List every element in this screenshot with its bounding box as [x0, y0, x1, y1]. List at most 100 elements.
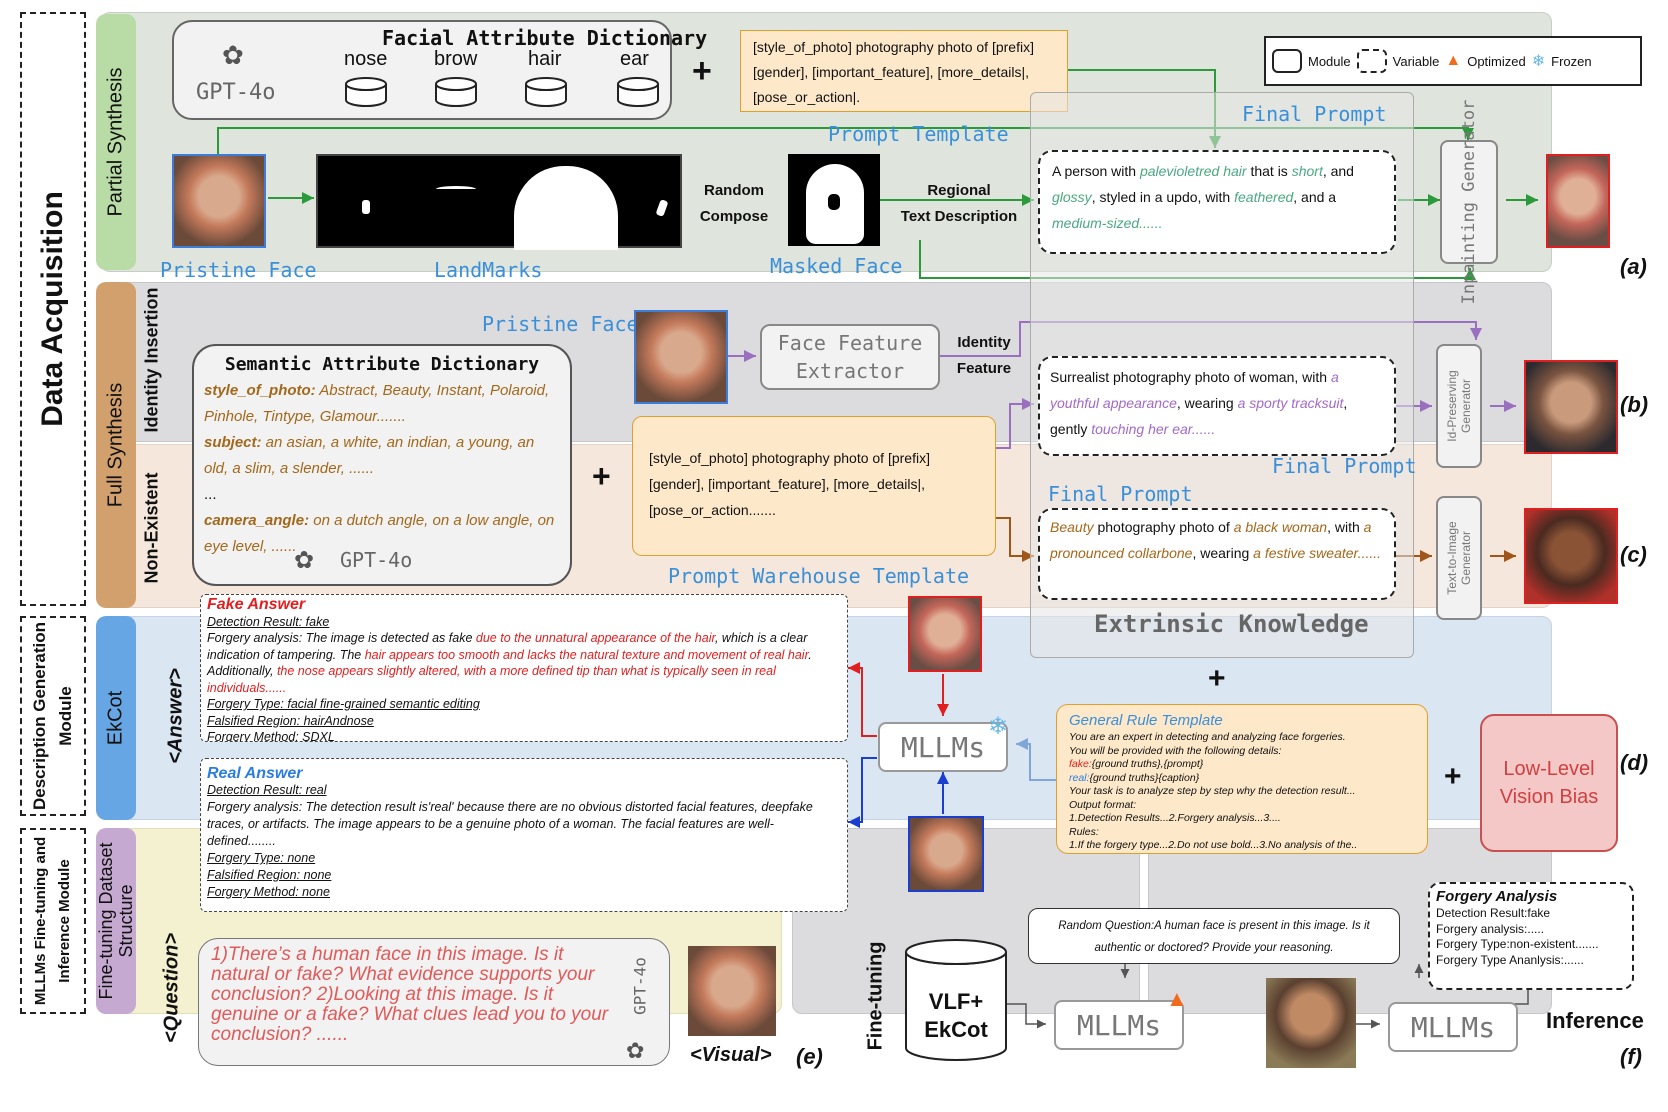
rule-line: 1.Detection Results...2.Forgery analysis… — [1069, 812, 1281, 824]
tag-a: (a) — [1620, 254, 1647, 279]
id-preserving-generator-label: Id-Preserving Generator — [1445, 370, 1473, 442]
openai-logo-icon: ✿ — [222, 40, 244, 70]
analysis-line: Forgery Type Ananlysis:...... — [1436, 952, 1584, 967]
random-question-box: Random Question:A human face is present … — [1028, 908, 1400, 964]
tag-d: (d) — [1620, 750, 1649, 775]
flame-icon-f: ▲ — [1166, 986, 1188, 1011]
rule-line: real:{ground truths}{caption} — [1069, 771, 1200, 784]
real-detection-result: Detection Result: real — [207, 783, 327, 797]
real-input-image — [908, 816, 984, 892]
identity-feature-label: Identity Feature — [956, 334, 1012, 377]
attr-nose: nose — [344, 48, 388, 70]
vlf-ekcot-label: VLF+ EkCot — [924, 989, 988, 1042]
face-feature-extractor: Face Feature Extractor — [760, 324, 940, 390]
module-legend-icon — [1272, 49, 1302, 73]
visual-tag: <Visual> — [690, 1044, 772, 1066]
landmark-hair — [514, 166, 618, 250]
random-compose-label: Random Compose — [699, 182, 769, 225]
landmarks-label: LandMarks — [434, 258, 543, 282]
extrinsic-knowledge-label: Extrinsic Knowledge — [1094, 610, 1369, 638]
final-prompt-a: A person with palevioletred hair that is… — [1038, 150, 1396, 254]
prompt-warehouse-label: Prompt Warehouse Template — [668, 564, 970, 588]
analysis-line: Forgery Type:non-existent....... — [1436, 937, 1599, 951]
gpt-label: GPT-4o — [196, 80, 276, 105]
question-tag: <Question> — [160, 932, 183, 1044]
rule-line: fake:{ground truths},{prompt} — [1069, 758, 1204, 770]
final-prompt-label-b: Final Prompt — [1272, 454, 1417, 478]
pristine-face-label-b: Pristine Face — [482, 312, 639, 336]
partial-output-image — [1546, 154, 1610, 248]
real-answer-box: Real Answer Detection Result: real Forge… — [200, 758, 848, 912]
visual-image — [688, 946, 776, 1036]
real-falsified-region: Falsified Region: none — [207, 868, 332, 882]
legend-module: Module — [1308, 53, 1351, 69]
final-prompt-label-c: Final Prompt — [1048, 482, 1193, 506]
final-prompt-b: Surrealist photography photo of woman, w… — [1038, 356, 1396, 456]
openai-logo-icon-b: ✿ — [294, 547, 315, 574]
mllms-finetune: MLLMs — [1054, 1000, 1184, 1050]
rule-line: You are an expert in detecting and analy… — [1069, 731, 1346, 743]
rule-line: Your task is to analyze step by step why… — [1069, 785, 1356, 797]
rule-line: Output format: — [1069, 798, 1137, 811]
facial-dict-title: Facial Attribute Dictionary — [382, 26, 708, 50]
attr-brow: brow — [434, 48, 478, 70]
final-prompt-label-a: Final Prompt — [1242, 102, 1387, 126]
fake-answer-title: Fake Answer — [207, 596, 306, 613]
fake-detection-result: Detection Result: fake — [207, 614, 330, 629]
masked-face-image — [788, 154, 880, 246]
analysis-line: Detection Result:fake — [1436, 906, 1551, 920]
legend: Module Variable ▲ Optimized ❄ Frozen — [1264, 36, 1642, 86]
database-icons — [345, 77, 659, 107]
question-gpt-label: GPT-4o — [630, 957, 650, 1015]
plus-sign-e: + — [1444, 760, 1462, 793]
snowflake-icon-d: ❄ — [988, 713, 1009, 740]
real-analysis: Forgery analysis: The detection result i… — [207, 800, 813, 848]
landmark-brows — [436, 186, 476, 192]
mllms-inference: MLLMs — [1388, 1002, 1518, 1052]
rule-title: General Rule Template — [1069, 712, 1223, 729]
forgery-analysis-title: Forgery Analysis — [1436, 888, 1558, 905]
landmark-ear — [362, 200, 370, 214]
question-box: 1)There’s a human face in this image. Is… — [198, 938, 670, 1066]
pristine-face-image-b — [634, 310, 728, 404]
attr-ear: ear — [620, 48, 649, 70]
openai-logo-icon-e: ✿ — [626, 1038, 645, 1063]
forgery-analysis-box: Forgery Analysis Detection Result:fake F… — [1428, 882, 1634, 990]
legend-variable: Variable — [1392, 53, 1440, 69]
fake-forgery-type: Forgery Type: facial fine-grained semant… — [207, 697, 480, 711]
tag-e: (e) — [796, 1044, 823, 1069]
rule-line: 1.If the forgery type...2.Do not use bol… — [1069, 839, 1358, 851]
regional-text-label: Regional Text Description — [900, 182, 1018, 225]
identity-output-image — [1524, 360, 1618, 454]
rule-line: You will be provided with the following … — [1069, 744, 1282, 757]
fake-analysis: Forgery analysis: The image is detected … — [207, 631, 812, 695]
attr-hair: hair — [528, 48, 562, 70]
tag-f: (f) — [1620, 1044, 1642, 1069]
plus-sign-b: + — [592, 458, 611, 494]
nonexistent-output-image — [1524, 508, 1618, 604]
finetuning-label: Fine-tuning — [864, 941, 887, 1051]
general-rule-template: General Rule Template You are an expert … — [1056, 704, 1428, 854]
fake-falsified-region: Falsified Region: hairAndnose — [207, 713, 374, 728]
plus-sign: + — [692, 52, 712, 90]
pristine-face-image — [172, 154, 266, 248]
fake-input-image — [908, 596, 982, 672]
pristine-face-label: Pristine Face — [160, 258, 317, 282]
semantic-gpt-label: GPT-4o — [340, 548, 413, 572]
landmark-ear-right — [655, 199, 669, 217]
real-forgery-type: Forgery Type: none — [207, 851, 316, 865]
real-forgery-method: Forgery Method: none — [207, 885, 330, 899]
masked-nose — [828, 194, 840, 210]
low-level-vision-bias: Low-Level Vision Bias — [1480, 714, 1618, 852]
prompt-template-box: [style_of_photo] photography photo of [p… — [740, 30, 1068, 112]
prompt-template-label: Prompt Template — [828, 122, 1009, 146]
final-prompt-c: Beauty photography photo of a black woma… — [1038, 508, 1396, 600]
plus-sign-d: + — [1208, 662, 1226, 695]
inference-label: Inference — [1546, 1008, 1644, 1033]
legend-optimized: Optimized — [1467, 53, 1526, 69]
fake-answer-box: Fake Answer Detection Result: fake Forge… — [200, 594, 848, 742]
landmarks-image — [316, 154, 682, 250]
fake-forgery-method: Forgery Method: SDXL — [207, 730, 335, 742]
semantic-dict-title: Semantic Attribute Dictionary — [224, 354, 540, 375]
snowflake-icon: ❄ — [1531, 53, 1546, 70]
